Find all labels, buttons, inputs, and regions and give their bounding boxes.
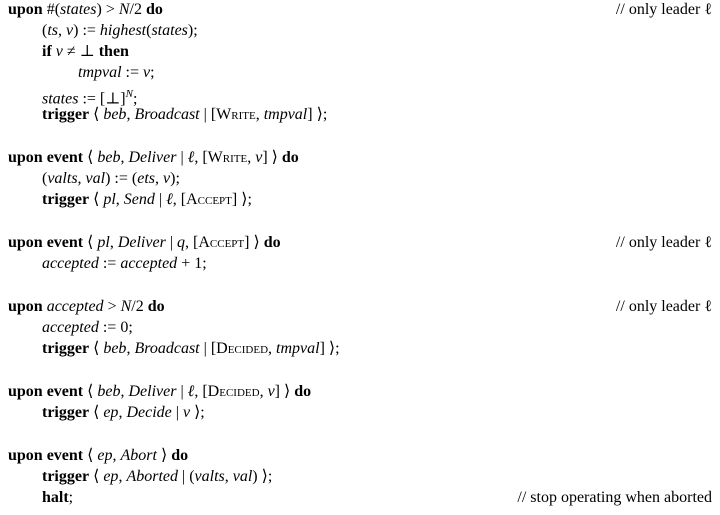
- code-line: upon event ⟨ beb, Deliver | ℓ, [Decided,…: [0, 382, 720, 402]
- code-line: upon event ⟨ pl, Deliver | q, [Accept] ⟩…: [0, 233, 720, 253]
- line-text: trigger ⟨ ep, Aborted | (valts, val) ⟩;: [42, 468, 273, 485]
- code-line: trigger ⟨ pl, Send | ℓ, [Accept] ⟩;: [0, 190, 720, 210]
- line-comment: // only leader ℓ: [615, 298, 712, 315]
- code-line: tmpval := v;: [0, 63, 720, 83]
- line-text: upon #(states) > N/2 do: [8, 1, 163, 18]
- line-text: upon event ⟨ ep, Abort ⟩ do: [8, 447, 189, 464]
- line-text: tmpval := v;: [78, 64, 155, 81]
- code-line: upon event ⟨ ep, Abort ⟩ do: [0, 446, 720, 466]
- code-line: upon accepted > N/2 do // only leader ℓ: [0, 297, 720, 317]
- line-text: upon event ⟨ beb, Deliver | ℓ, [Decided,…: [8, 383, 312, 400]
- code-line: trigger ⟨ ep, Aborted | (valts, val) ⟩;: [0, 467, 720, 487]
- line-comment: // stop operating when aborted: [517, 489, 712, 506]
- line-text: trigger ⟨ pl, Send | ℓ, [Accept] ⟩;: [42, 191, 252, 208]
- line-comment: // only leader ℓ: [615, 234, 712, 251]
- code-line: if v ≠ ⊥ then: [0, 42, 720, 62]
- line-text: accepted := 0;: [42, 319, 133, 336]
- code-line: accepted := accepted + 1;: [0, 254, 720, 274]
- line-text: trigger ⟨ ep, Decide | v ⟩;: [42, 404, 205, 421]
- code-line: upon #(states) > N/2 do // only leader ℓ: [0, 0, 720, 20]
- code-line: trigger ⟨ ep, Decide | v ⟩;: [0, 403, 720, 423]
- line-text: (ts, v) := highest(states);: [42, 22, 198, 39]
- code-line: trigger ⟨ beb, Broadcast | [Decided, tmp…: [0, 339, 720, 359]
- line-text: accepted := accepted + 1;: [42, 255, 207, 272]
- line-comment: // only leader ℓ: [615, 1, 712, 18]
- code-line: accepted := 0;: [0, 318, 720, 338]
- line-text: upon event ⟨ pl, Deliver | q, [Accept] ⟩…: [8, 234, 281, 251]
- line-text: upon accepted > N/2 do: [8, 298, 165, 315]
- code-line: (valts, val) := (ets, v);: [0, 169, 720, 189]
- line-text: upon event ⟨ beb, Deliver | ℓ, [Write, v…: [8, 149, 299, 166]
- code-line: trigger ⟨ beb, Broadcast | [Write, tmpva…: [0, 105, 720, 125]
- line-text: (valts, val) := (ets, v);: [42, 170, 180, 187]
- line-text: trigger ⟨ beb, Broadcast | [Decided, tmp…: [42, 340, 340, 357]
- code-line: upon event ⟨ beb, Deliver | ℓ, [Write, v…: [0, 148, 720, 168]
- line-text: halt;: [42, 489, 74, 506]
- code-line: states := [⊥]N;: [0, 84, 720, 107]
- line-text: if v ≠ ⊥ then: [42, 43, 129, 60]
- code-line: (ts, v) := highest(states);: [0, 21, 720, 41]
- code-line: halt; // stop operating when aborted: [0, 488, 720, 508]
- line-text: trigger ⟨ beb, Broadcast | [Write, tmpva…: [42, 106, 328, 123]
